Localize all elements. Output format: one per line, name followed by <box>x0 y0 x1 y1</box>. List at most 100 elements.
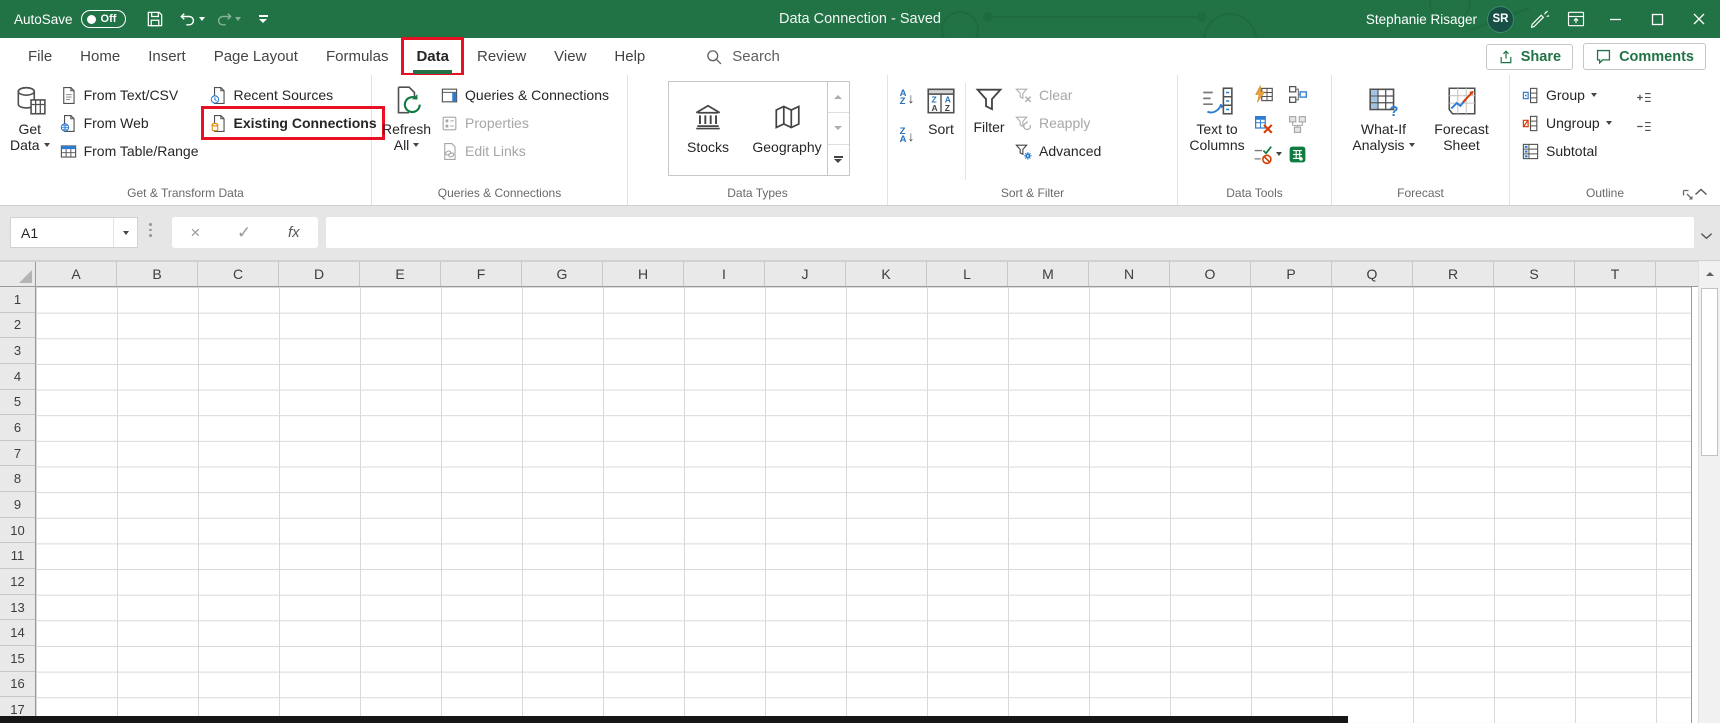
column-header[interactable]: G <box>522 262 603 286</box>
gallery-more-button[interactable] <box>828 144 849 175</box>
row-header[interactable]: 6 <box>0 415 35 441</box>
column-header[interactable]: Q <box>1332 262 1413 286</box>
autosave-toggle[interactable]: AutoSave Off <box>14 10 126 28</box>
column-header[interactable]: M <box>1008 262 1089 286</box>
collapse-ribbon-button[interactable] <box>1694 183 1708 201</box>
expand-formula-bar-button[interactable] <box>1700 227 1713 245</box>
gallery-scroll-down-button[interactable] <box>828 112 849 143</box>
sort-button[interactable]: Sort <box>920 79 962 183</box>
ungroup-button[interactable]: Ungroup <box>1516 109 1617 137</box>
ribbon-tab[interactable]: Page Layout <box>200 38 312 75</box>
row-header[interactable]: 13 <box>0 595 35 621</box>
column-header[interactable]: J <box>765 262 846 286</box>
relationships-button[interactable] <box>1284 111 1310 137</box>
ribbon-tab[interactable]: Review <box>463 38 540 75</box>
formula-input[interactable] <box>326 217 1694 248</box>
insert-function-button[interactable]: fx <box>288 224 300 241</box>
column-header[interactable]: P <box>1251 262 1332 286</box>
forecast-sheet-button[interactable]: ForecastSheet <box>1424 79 1500 183</box>
quick-access-toolbar-button[interactable] <box>248 4 278 34</box>
enter-button[interactable]: ✓ <box>237 224 251 241</box>
from-text-csv-button[interactable]: From Text/CSV <box>54 81 204 109</box>
row-header[interactable]: 9 <box>0 492 35 518</box>
save-button[interactable] <box>140 4 170 34</box>
column-header[interactable]: E <box>360 262 441 286</box>
row-header[interactable]: 7 <box>0 441 35 467</box>
column-header[interactable]: C <box>198 262 279 286</box>
column-header[interactable]: S <box>1494 262 1575 286</box>
refresh-all-button[interactable]: RefreshAll <box>378 79 435 183</box>
column-header[interactable]: R <box>1413 262 1494 286</box>
column-header[interactable]: O <box>1170 262 1251 286</box>
comments-button[interactable]: Comments <box>1583 43 1706 70</box>
column-header[interactable]: N <box>1089 262 1170 286</box>
row-header[interactable]: 16 <box>0 672 35 698</box>
row-header[interactable]: 2 <box>0 313 35 339</box>
what-if-analysis-button[interactable]: What-IfAnalysis <box>1344 79 1424 183</box>
name-box-dropdown[interactable] <box>113 218 137 247</box>
search-box[interactable]: Search <box>705 38 780 75</box>
column-header-partial[interactable] <box>1656 262 1698 286</box>
row-header[interactable]: 10 <box>0 518 35 544</box>
stocks-button[interactable]: Stocks <box>669 82 748 175</box>
flash-fill-button[interactable] <box>1250 81 1276 107</box>
ribbon-tab[interactable]: Data <box>402 38 463 75</box>
sort-ascending-button[interactable]: AZ↓ <box>894 85 920 111</box>
maximize-button[interactable] <box>1636 0 1678 38</box>
name-box[interactable]: A1 <box>10 217 138 248</box>
reapply-filter-button[interactable]: Reapply <box>1009 109 1106 137</box>
column-header[interactable]: D <box>279 262 360 286</box>
show-detail-button[interactable] <box>1633 88 1655 106</box>
row-header[interactable]: 4 <box>0 364 35 390</box>
from-web-button[interactable]: From Web <box>54 109 204 137</box>
worksheet-cells[interactable] <box>36 287 1692 723</box>
undo-button[interactable] <box>176 4 206 34</box>
row-header[interactable]: 5 <box>0 390 35 416</box>
scroll-up-button[interactable] <box>1699 261 1720 287</box>
column-header[interactable]: H <box>603 262 684 286</box>
share-button[interactable]: Share <box>1486 44 1573 70</box>
column-header[interactable]: B <box>117 262 198 286</box>
column-header[interactable]: F <box>441 262 522 286</box>
text-to-columns-button[interactable]: Text toColumns <box>1184 79 1250 183</box>
row-header[interactable]: 8 <box>0 466 35 492</box>
avatar[interactable]: SR <box>1487 6 1514 33</box>
column-header[interactable]: I <box>684 262 765 286</box>
sort-descending-button[interactable]: ZA↓ <box>894 123 920 149</box>
row-header[interactable]: 12 <box>0 569 35 595</box>
ribbon-tab[interactable]: View <box>540 38 600 75</box>
vertical-scrollbar[interactable] <box>1698 261 1720 723</box>
select-all-button[interactable] <box>0 262 36 286</box>
consolidate-button[interactable] <box>1284 81 1310 107</box>
outline-dialog-launcher-button[interactable] <box>1681 188 1695 202</box>
minimize-button[interactable] <box>1594 0 1636 38</box>
subtotal-button[interactable]: Subtotal <box>1516 137 1617 165</box>
edit-links-button[interactable]: Edit Links <box>435 137 614 165</box>
row-header[interactable]: 1 <box>0 287 35 313</box>
hide-detail-button[interactable] <box>1633 117 1655 135</box>
row-header[interactable]: 14 <box>0 620 35 646</box>
whats-new-button[interactable] <box>1522 4 1558 34</box>
row-header[interactable]: 15 <box>0 646 35 672</box>
advanced-filter-button[interactable]: Advanced <box>1009 137 1106 165</box>
remove-duplicates-button[interactable] <box>1250 111 1276 137</box>
data-validation-button[interactable] <box>1250 141 1284 167</box>
existing-connections-button[interactable]: Existing Connections <box>204 109 382 137</box>
properties-button[interactable]: Properties <box>435 109 614 137</box>
redo-button[interactable] <box>212 4 242 34</box>
column-header[interactable]: T <box>1575 262 1656 286</box>
column-header[interactable]: A <box>36 262 117 286</box>
cancel-button[interactable]: × <box>190 224 200 241</box>
ribbon-tab[interactable]: Help <box>600 38 659 75</box>
filter-button[interactable]: Filter <box>969 79 1009 183</box>
column-header[interactable]: L <box>927 262 1008 286</box>
clear-filter-button[interactable]: Clear <box>1009 81 1106 109</box>
scrollbar-thumb[interactable] <box>1701 288 1718 456</box>
ribbon-tab[interactable]: File <box>14 38 66 75</box>
column-header[interactable]: K <box>846 262 927 286</box>
ribbon-tab[interactable]: Formulas <box>312 38 403 75</box>
from-table-range-button[interactable]: From Table/Range <box>54 137 204 165</box>
queries-connections-button[interactable]: Queries & Connections <box>435 81 614 109</box>
recent-sources-button[interactable]: Recent Sources <box>204 81 382 109</box>
row-header[interactable]: 11 <box>0 543 35 569</box>
